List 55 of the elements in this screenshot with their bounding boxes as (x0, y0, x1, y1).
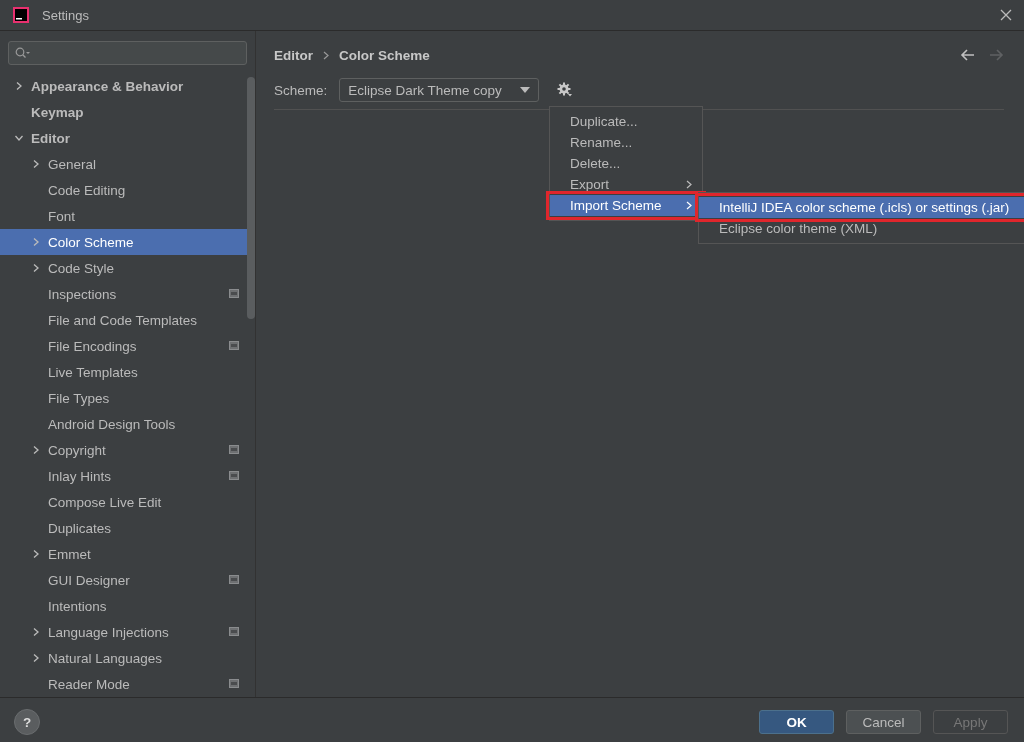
menu-item[interactable]: Duplicate... (550, 111, 702, 132)
help-button[interactable]: ? (14, 709, 40, 735)
tree-item[interactable]: Code Style (0, 255, 247, 281)
tree-item[interactable]: Color Scheme (0, 229, 247, 255)
tree-item[interactable]: Natural Languages (0, 645, 247, 671)
chevron-right-icon[interactable] (31, 237, 41, 247)
tree-item[interactable]: Font (0, 203, 247, 229)
tree-item[interactable]: Reader Mode (0, 671, 247, 697)
tree-item[interactable]: Editor (0, 125, 247, 151)
chevron-right-icon[interactable] (14, 81, 24, 91)
tree-item[interactable]: Live Templates (0, 359, 247, 385)
menu-item[interactable]: Export (550, 174, 702, 195)
menu-item[interactable]: Eclipse color theme (XML) (699, 218, 1024, 239)
tree-item[interactable]: File Encodings (0, 333, 247, 359)
chevron-right-icon[interactable] (31, 445, 41, 455)
breadcrumb-separator-icon (323, 50, 329, 60)
dialog-button[interactable]: OK (759, 710, 834, 734)
tree-item[interactable]: Inspections (0, 281, 247, 307)
tree-item[interactable]: Emmet (0, 541, 247, 567)
window-title: Settings (42, 7, 90, 23)
back-arrow-icon[interactable] (960, 48, 976, 62)
breadcrumb-item[interactable]: Editor (274, 47, 313, 63)
tree-item[interactable]: File and Code Templates (0, 307, 247, 333)
settings-icon[interactable] (557, 82, 574, 98)
tree-item[interactable]: Code Editing (0, 177, 247, 203)
chevron-right-icon[interactable] (31, 263, 41, 273)
tree-item[interactable]: Intentions (0, 593, 247, 619)
breadcrumb-item[interactable]: Color Scheme (339, 47, 430, 63)
tree-item[interactable]: General (0, 151, 247, 177)
chevron-right-icon[interactable] (31, 549, 41, 559)
scrollbar-thumb[interactable] (247, 77, 255, 319)
scheme-dropdown[interactable]: Eclipse Dark Theme copy (339, 78, 540, 102)
scheme-label: Scheme: (274, 82, 328, 98)
chevron-right-icon[interactable] (31, 159, 41, 169)
tree-item[interactable]: Appearance & Behavior (0, 73, 247, 99)
dropdown-arrow-icon (520, 87, 531, 93)
chevron-right-icon[interactable] (31, 653, 41, 663)
chevron-right-icon[interactable] (31, 627, 41, 637)
tree-item[interactable]: Keymap (0, 99, 247, 125)
tree-item[interactable]: File Types (0, 385, 247, 411)
close-icon[interactable] (1000, 9, 1012, 21)
tree-item[interactable]: Compose Live Edit (0, 489, 247, 515)
search-icon (15, 47, 31, 59)
tree-item[interactable]: Copyright (0, 437, 247, 463)
search-field[interactable] (8, 41, 247, 65)
app-logo-icon (12, 6, 30, 24)
tree-item[interactable]: Android Design Tools (0, 411, 247, 437)
dialog-button[interactable]: Cancel (846, 710, 921, 734)
menu-item[interactable]: Delete... (550, 153, 702, 174)
tree-item[interactable]: Duplicates (0, 515, 247, 541)
tree-item[interactable]: Inlay Hints (0, 463, 247, 489)
tree-item[interactable]: Language Injections (0, 619, 247, 645)
menu-item[interactable]: Rename... (550, 132, 702, 153)
tree-item[interactable]: GUI Designer (0, 567, 247, 593)
chevron-down-icon[interactable] (14, 133, 24, 143)
